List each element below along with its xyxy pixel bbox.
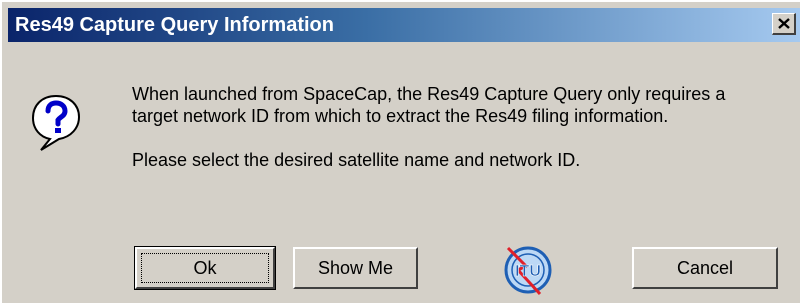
close-button[interactable] [772,13,796,35]
show-me-button-label: Show Me [317,257,394,278]
close-icon [778,18,790,29]
cancel-button[interactable]: Cancel [632,247,778,289]
focus-rectangle [141,253,269,283]
ok-button[interactable]: Ok [135,247,275,289]
message-text: When launched from SpaceCap, the Res49 C… [132,83,772,171]
itu-logo-text: ITU [515,263,541,280]
dialog-window: Res49 Capture Query Information When lau… [0,0,800,303]
itu-logo-icon: ITU [504,246,552,296]
title-bar[interactable]: Res49 Capture Query Information [8,8,800,42]
cancel-button-label: Cancel [676,257,734,278]
message-paragraph-1: When launched from SpaceCap, the Res49 C… [132,84,726,126]
dialog-title: Res49 Capture Query Information [15,14,334,36]
question-icon [31,94,81,151]
show-me-button[interactable]: Show Me [293,247,418,289]
message-paragraph-2: Please select the desired satellite name… [132,150,581,170]
